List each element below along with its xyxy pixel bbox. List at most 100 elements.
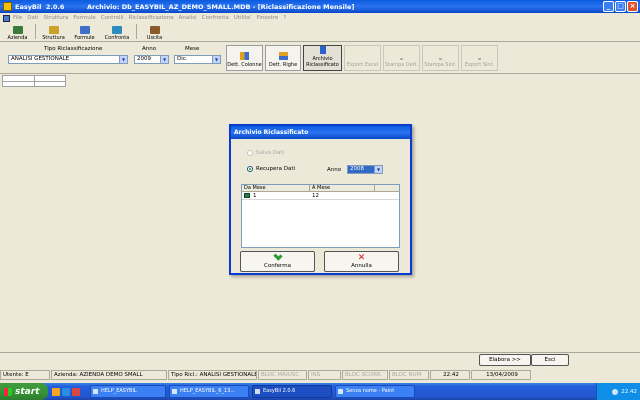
menu-utilita[interactable]: Utilita' xyxy=(234,15,252,21)
compare-icon xyxy=(112,26,122,34)
start-label: start xyxy=(15,386,40,397)
tipo-riclassificazione-select[interactable]: ANALISI GESTIONALE ▼ xyxy=(8,55,128,64)
toolbar-confronta-button[interactable]: Confronta xyxy=(100,23,134,41)
stampa-dett-button[interactable]: Stampa Dett. xyxy=(383,45,420,71)
salva-dati-option[interactable]: Salva Dati xyxy=(247,150,284,156)
dialog-anno-value: 2008 xyxy=(350,166,364,172)
folder-icon[interactable] xyxy=(52,387,60,396)
anno-select[interactable]: 2009 ▼ xyxy=(134,55,169,64)
quick-launch xyxy=(52,387,80,396)
annulla-button[interactable]: ✕ Annulla xyxy=(324,251,399,272)
dialog-anno-select[interactable]: 2008 ▼ xyxy=(347,165,383,174)
chevron-down-icon[interactable]: ▼ xyxy=(374,166,382,173)
radio-icon[interactable] xyxy=(247,150,253,156)
annulla-label: Annulla xyxy=(351,263,372,269)
task-help-easybil[interactable]: HELP_EASYBIL xyxy=(90,385,166,398)
menu-analisi[interactable]: Analisi xyxy=(179,15,197,21)
data-grid[interactable] xyxy=(2,75,66,87)
stampa-sint-button[interactable]: Stampa Sint. xyxy=(422,45,459,71)
toolbar-uscita-button[interactable]: Uscita xyxy=(139,23,170,41)
menu-confronta[interactable]: Confronta xyxy=(202,15,229,21)
months-list[interactable]: Da Mese A Mese 1 12 xyxy=(241,184,400,248)
dialog-anno-label: Anno xyxy=(327,167,342,173)
archivio-riclassificato-button[interactable]: Archivio Riclassificato xyxy=(303,45,342,71)
mese-label: Mese xyxy=(185,46,200,52)
toolbar-formule-label: Formule xyxy=(74,35,95,41)
minimize-button[interactable]: _ xyxy=(603,1,614,12)
toolbar-uscita-label: Uscita xyxy=(146,35,163,41)
media-icon[interactable] xyxy=(72,387,80,396)
task-help-easybil-6[interactable]: HELP_EASYBIL_6_13... xyxy=(169,385,249,398)
status-bloc-maiusc: BLOC MAIUSC xyxy=(258,370,307,380)
network-icon[interactable] xyxy=(612,388,619,395)
list-cell: 1 xyxy=(242,192,310,199)
chevron-down-icon[interactable]: ▼ xyxy=(160,56,168,63)
anno-value: 2009 xyxy=(137,56,151,62)
toolbar-azienda-button[interactable]: Azienda xyxy=(2,23,33,41)
export-excel-label: Export Excel xyxy=(346,62,379,68)
a-mese-value: 12 xyxy=(312,193,319,199)
dett-colonne-button[interactable]: Dett. Colonne xyxy=(226,45,263,71)
recupera-dati-option[interactable]: Recupera Dati xyxy=(247,166,295,172)
dialog-title: Archivio Riclassificato xyxy=(231,126,410,139)
status-bloc-scorr: BLOC SCORR xyxy=(342,370,388,380)
recupera-dati-label: Recupera Dati xyxy=(256,166,296,172)
close-button[interactable]: × xyxy=(627,1,638,12)
task-paint[interactable]: Senza nome - Paint xyxy=(335,385,415,398)
task-easybil[interactable]: EasyBil 2.0.6 xyxy=(252,385,332,398)
close-icon: ✕ xyxy=(357,253,366,263)
status-bloc-num: BLOC NUM xyxy=(389,370,429,380)
mdi-child-icon xyxy=(3,14,10,22)
building-icon xyxy=(12,26,23,34)
toolbar-azienda-label: Azienda xyxy=(7,35,28,41)
list-header: Da Mese A Mese xyxy=(242,185,399,192)
start-button[interactable]: start xyxy=(0,383,48,400)
export-excel-button[interactable]: Export Excel xyxy=(344,45,381,71)
chevron-down-icon[interactable]: ▼ xyxy=(119,56,127,63)
status-date: 13/04/2009 xyxy=(471,370,531,380)
toolbar-struttura-button[interactable]: Struttura xyxy=(38,23,69,41)
status-ins: INS xyxy=(308,370,341,380)
radio-icon[interactable] xyxy=(247,166,253,172)
print-icon xyxy=(439,58,442,60)
stampa-sint-label: Stampa Sint. xyxy=(424,62,457,68)
esci-button[interactable]: Esci xyxy=(531,354,569,366)
archivio-dialog: Archivio Riclassificato Salva Dati Recup… xyxy=(229,124,412,275)
mese-select[interactable]: Dic. ▼ xyxy=(174,55,221,64)
status-time: 22.42 xyxy=(430,370,470,380)
menu-file[interactable]: File xyxy=(13,15,22,21)
menu-riclassificazione[interactable]: Riclassificazione xyxy=(129,15,174,21)
archive-icon xyxy=(319,46,326,54)
elabora-button[interactable]: Elabora >> xyxy=(479,354,531,366)
toolbar-formule-button[interactable]: Formule xyxy=(69,23,100,41)
anno-label: Anno xyxy=(142,46,157,52)
menu-help[interactable]: ? xyxy=(283,15,286,21)
dett-colonne-label: Dett. Colonne xyxy=(227,62,262,68)
status-tipo-ricl: Tipo Ricl.: ANALISI GESTIONALE xyxy=(168,370,257,380)
print-icon xyxy=(400,58,403,60)
browser-icon[interactable] xyxy=(62,387,70,396)
row-icon xyxy=(244,193,250,198)
status-utente: Utente: E xyxy=(0,370,50,380)
export-sint-button[interactable]: Export Sint. xyxy=(461,45,498,71)
formula-icon xyxy=(79,26,90,34)
column-header[interactable]: A Mese xyxy=(310,185,375,191)
column-header[interactable]: Da Mese xyxy=(242,185,310,191)
menu-controlli[interactable]: Controlli xyxy=(101,15,124,21)
chevron-down-icon[interactable]: ▼ xyxy=(212,56,220,63)
menu-formule[interactable]: Formule xyxy=(73,15,95,21)
salva-dati-label: Salva Dati xyxy=(256,150,285,156)
menu-dati[interactable]: Dati xyxy=(27,15,38,21)
menu-finestre[interactable]: Finestre xyxy=(257,15,279,21)
clock: 22.42 xyxy=(621,388,637,395)
toolbar-separator xyxy=(136,24,137,39)
dett-righe-button[interactable]: Dett. Righe xyxy=(265,45,301,71)
stampa-dett-label: Stampa Dett. xyxy=(384,62,419,68)
tipo-riclassificazione-label: Tipo Riclassificazione xyxy=(44,46,103,52)
list-item[interactable]: 1 12 xyxy=(242,192,399,200)
conferma-button[interactable]: Conferma xyxy=(240,251,315,272)
system-tray: 22.42 xyxy=(596,383,640,400)
menu-struttura[interactable]: Struttura xyxy=(44,15,69,21)
maximize-button[interactable]: □ xyxy=(615,1,626,12)
status-azienda: Azienda: AZIENDA DEMO SMALL xyxy=(51,370,167,380)
